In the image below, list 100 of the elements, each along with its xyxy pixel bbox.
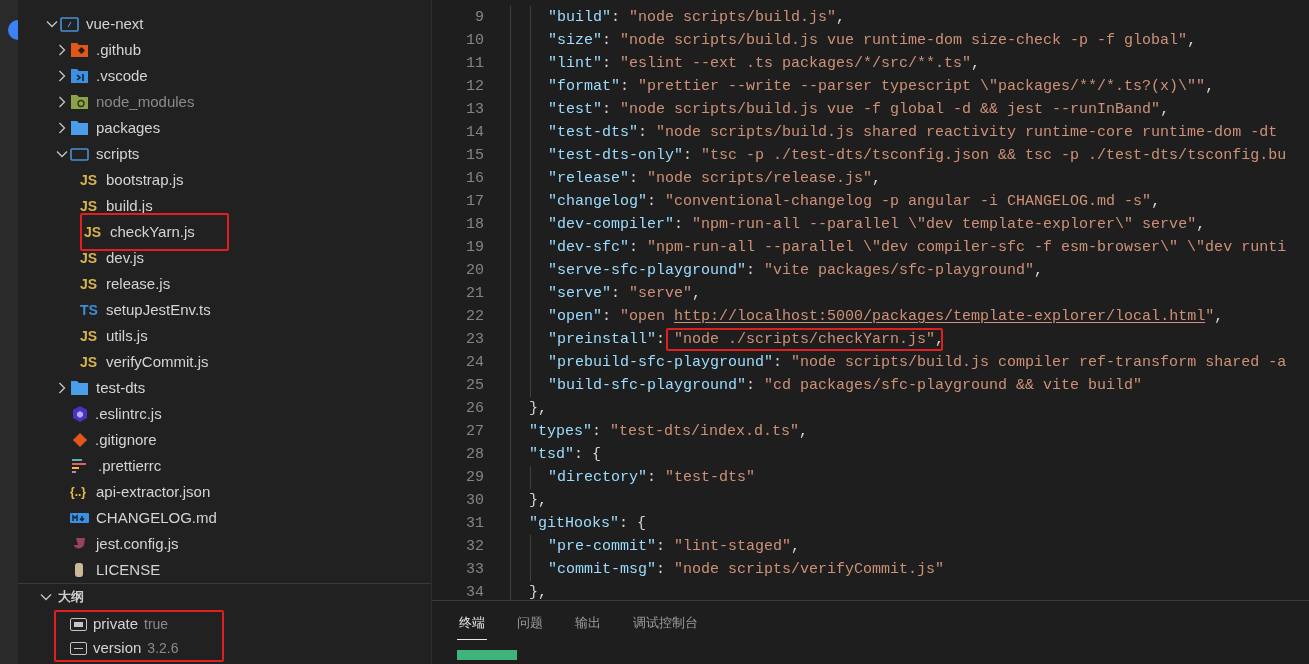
line-number: 32	[465, 537, 484, 557]
code-token: ,	[799, 422, 809, 442]
code-token: "test-dts"	[548, 123, 638, 143]
code-token: ,	[971, 54, 981, 74]
code-token: },	[529, 491, 547, 511]
code-token: "serve"	[548, 284, 611, 304]
code-token: "cd packages/sfc-playground && vite build"	[764, 376, 1143, 396]
code-token: "npm-run-all --parallel \"dev compiler-sfc -f esm-browser\" \"dev runti	[647, 238, 1287, 258]
tree-item[interactable]: CHANGELOG.md	[70, 505, 225, 531]
code-token: "open	[620, 307, 667, 327]
tree-item[interactable]: scripts	[70, 141, 148, 167]
code-token: },	[529, 583, 547, 600]
tree-item[interactable]: jest.config.js	[70, 531, 187, 557]
panel-tab[interactable]: 输出	[573, 613, 603, 640]
code-token: :	[602, 307, 613, 327]
code-token: "npm-run-all --parallel \"dev template-explorer\" serve"	[692, 215, 1197, 235]
tree-item[interactable]: test-dts	[70, 375, 154, 401]
stripes-icon	[72, 458, 86, 474]
code-token: ,	[791, 537, 801, 557]
tree-item[interactable]: TS setupJestEnv.ts	[80, 297, 219, 323]
file-type-icon: {..}	[70, 483, 89, 501]
tree-item[interactable]: JS bootstrap.js	[80, 167, 192, 193]
code-token: :	[638, 123, 649, 143]
file-type-icon: JS	[84, 221, 103, 243]
outline-item[interactable]: version	[93, 636, 142, 660]
code-token: ,	[1196, 215, 1206, 235]
panel-tab[interactable]: 调试控制台	[631, 613, 700, 640]
code-token: "node scripts/build.js compiler ref-transform shared -a	[791, 353, 1287, 373]
code-token: "size"	[548, 31, 602, 51]
tree-item[interactable]: JS release.js	[80, 271, 179, 297]
line-number: 20	[465, 261, 484, 281]
tree-item[interactable]: packages	[70, 115, 169, 141]
code-token: :	[647, 468, 658, 488]
code-token: :	[746, 376, 757, 396]
file-type-icon: JS	[80, 273, 99, 295]
line-number: 21	[465, 284, 484, 304]
code-token: :	[773, 353, 784, 373]
line-number: 30	[465, 491, 484, 511]
code-token: ,	[692, 284, 702, 304]
file-type-icon: JS	[80, 351, 99, 373]
outline-item[interactable]: private	[93, 612, 139, 636]
line-number: 28	[465, 445, 484, 465]
panel-tab[interactable]: 终端	[457, 613, 487, 640]
tree-item[interactable]: .github	[70, 37, 150, 63]
code-token: ,	[1160, 100, 1170, 120]
tree-item[interactable]: .vscode	[70, 63, 156, 89]
code-token: "node scripts/build.js shared reactivity runtime-core runtime-dom -dt	[656, 123, 1278, 143]
tree-item[interactable]: JS verifyCommit.js	[80, 349, 217, 375]
code-token: "eslint --ext .ts packages/*/src/**.ts"	[620, 54, 972, 74]
code-token: :	[611, 8, 622, 28]
code-token: ,	[1151, 192, 1161, 212]
code-token: :	[611, 284, 622, 304]
code-token: "commit-msg"	[548, 560, 657, 580]
code-token: "serve-sfc-playground"	[548, 261, 747, 281]
tree-item[interactable]: JS utils.js	[80, 323, 156, 349]
folder-icon	[70, 43, 89, 57]
tree-item[interactable]: .gitignore	[70, 427, 165, 453]
code-token: :	[674, 215, 685, 235]
line-number: 14	[465, 123, 484, 143]
code-token: "types"	[529, 422, 592, 442]
code-token: :	[620, 77, 631, 97]
line-number: 31	[465, 514, 484, 534]
line-number: 17	[465, 192, 484, 212]
tree-item[interactable]: {..} api-extractor.json	[70, 479, 219, 505]
tree-item[interactable]: node_modules	[70, 89, 203, 115]
code-token: :	[629, 238, 640, 258]
code-token: "node scripts/release.js"	[647, 169, 873, 189]
folder-icon	[70, 147, 89, 161]
code-token: "serve"	[629, 284, 693, 304]
code-token: ,	[872, 169, 882, 189]
code-link[interactable]: http://localhost:5000/packages/template-explorer/local.html	[674, 305, 1206, 328]
file-type-icon: TS	[80, 299, 99, 321]
code-token: "node scripts/build.js vue -f global -d && jest --runInBand"	[620, 100, 1161, 120]
code-token: :	[602, 100, 613, 120]
tree-item[interactable]: JS checkYarn.js	[80, 213, 229, 251]
line-number: 23	[465, 330, 484, 350]
code-token: :	[656, 560, 667, 580]
tree-item[interactable]: .prettierrc	[70, 453, 170, 479]
account-icon[interactable]	[8, 20, 18, 40]
outline-header[interactable]: 大纲	[18, 584, 431, 610]
panel-tab[interactable]: 问题	[515, 613, 545, 640]
line-number: 10	[465, 31, 484, 51]
folder-icon	[70, 95, 89, 109]
code-token: :	[602, 31, 613, 51]
code-token: "dev-sfc"	[548, 238, 629, 258]
line-number: 24	[465, 353, 484, 373]
folder-icon	[70, 381, 89, 395]
code-token: "release"	[548, 169, 629, 189]
code-token: "changelog"	[548, 192, 648, 212]
code-token: : {	[619, 514, 647, 534]
line-number: 13	[465, 100, 484, 120]
code-token: "build-sfc-playground"	[548, 376, 747, 396]
line-number: 22	[465, 307, 484, 327]
code-token: "format"	[548, 77, 620, 97]
tree-item[interactable]: LICENSE	[70, 557, 169, 583]
folder-icon	[70, 121, 89, 135]
tree-item[interactable]: .eslintrc.js	[70, 401, 170, 427]
chevron-down-icon	[40, 593, 52, 601]
line-number: 25	[465, 376, 484, 396]
tree-item[interactable]: vue-next	[60, 11, 152, 37]
